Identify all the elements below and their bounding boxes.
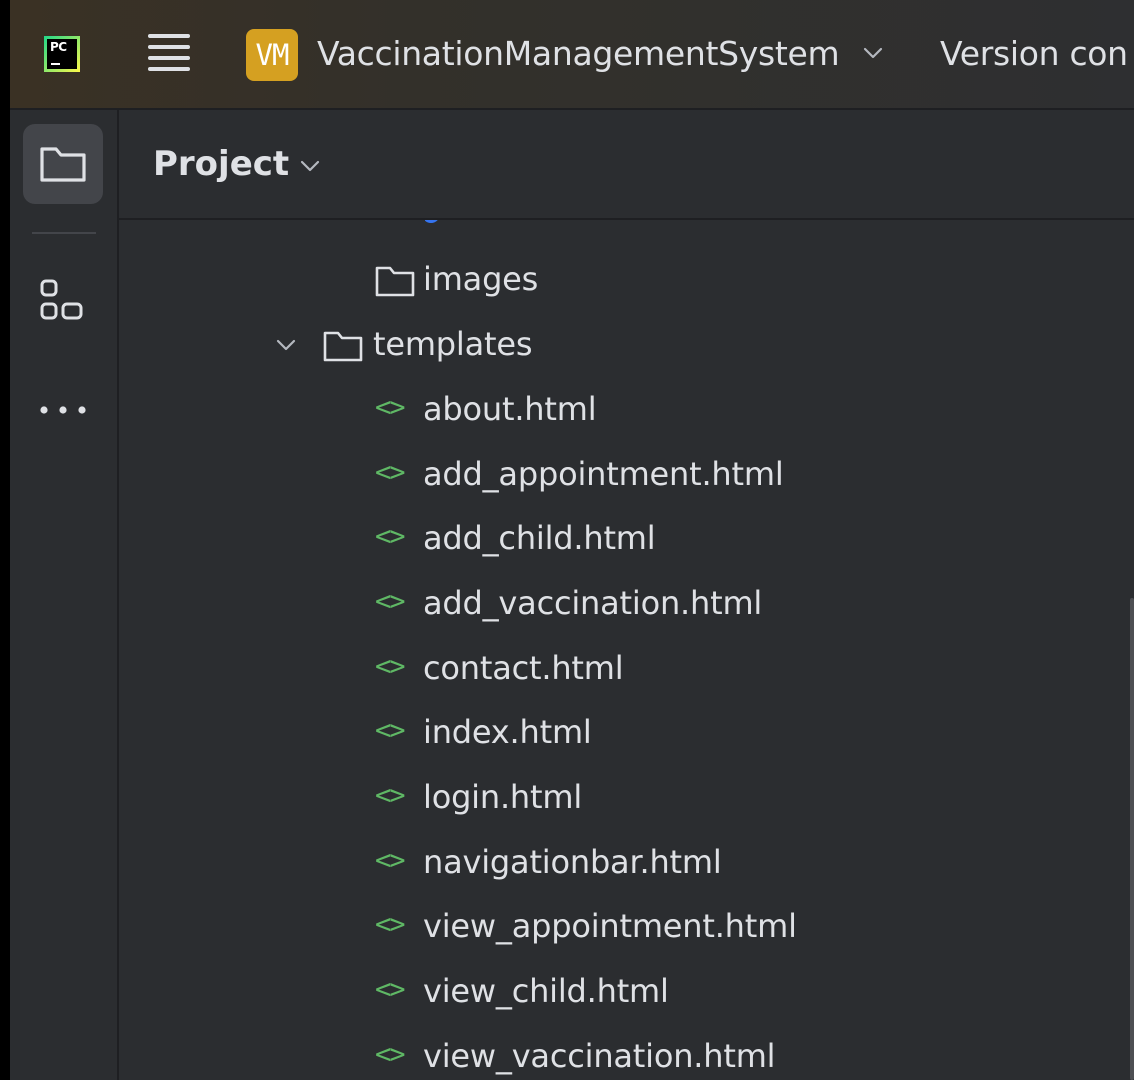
chevron-down-icon[interactable]: [299, 155, 321, 177]
tree-row-label: add_vaccination.html: [423, 584, 763, 622]
toolbar-divider: [32, 232, 96, 234]
html-file-icon: <>: [375, 780, 405, 811]
structure-tool-button[interactable]: [23, 272, 103, 352]
tree-row-label: view_appointment.html: [423, 907, 797, 945]
project-panel-header: Project: [119, 110, 1134, 220]
tree-row-label: about.html: [423, 390, 597, 428]
tree-row-label: navigationbar.html: [423, 843, 722, 881]
tree-row-file[interactable]: <> view_appointment.html: [119, 899, 1119, 955]
tree-row-file[interactable]: <> view_child.html: [119, 964, 1119, 1020]
tree-row-label: view_child.html: [423, 972, 669, 1010]
more-icon: [40, 406, 86, 414]
project-badge[interactable]: VM: [246, 29, 298, 81]
tree-row-file[interactable]: <> about.html: [119, 382, 1119, 438]
project-tool-button[interactable]: [23, 124, 103, 204]
pycharm-logo-text: PC: [50, 40, 67, 54]
chevron-down-icon[interactable]: [862, 42, 884, 64]
html-file-icon: <>: [375, 392, 405, 423]
tree-row-file[interactable]: <> add_child.html: [119, 511, 1119, 567]
html-file-icon: <>: [375, 651, 405, 682]
folder-icon: [40, 147, 86, 182]
tree-row-label: view_vaccination.html: [423, 1037, 776, 1075]
tree-row-file[interactable]: <> add_appointment.html: [119, 447, 1119, 503]
structure-icon: [40, 279, 83, 320]
project-selector[interactable]: VaccinationManagementSystem: [317, 34, 840, 73]
tree-row-file[interactable]: <> contact.html: [119, 641, 1119, 697]
tree-row-file[interactable]: <> login.html: [119, 770, 1119, 826]
pycharm-logo-icon[interactable]: PC: [44, 36, 80, 72]
html-file-icon: <>: [375, 715, 405, 746]
panel-title[interactable]: Project: [153, 144, 289, 184]
more-tool-button[interactable]: [23, 368, 103, 448]
title-bar: PC VM VaccinationManagementSystem Versio…: [10, 0, 1134, 110]
tree-row-clipped: [424, 220, 625, 224]
tree-row-file[interactable]: <> add_vaccination.html: [119, 576, 1119, 632]
tree-row-label: index.html: [423, 713, 592, 751]
tree-row-label: contact.html: [423, 649, 624, 687]
html-file-icon: <>: [375, 909, 405, 940]
project-tree[interactable]: images templates <> about.html <> add_ap…: [119, 220, 1134, 1080]
tree-row-file[interactable]: <> index.html: [119, 705, 1119, 761]
tree-row-images[interactable]: images: [119, 252, 1119, 308]
folder-icon: [323, 331, 363, 362]
folder-icon: [375, 266, 415, 297]
project-panel: Project images templates <> about.html <…: [119, 110, 1134, 1080]
tree-row-file[interactable]: <> view_vaccination.html: [119, 1029, 1119, 1080]
main-menu-icon[interactable]: [146, 31, 192, 77]
tree-row-file[interactable]: <> navigationbar.html: [119, 835, 1119, 891]
tree-row-label: login.html: [423, 778, 583, 816]
html-file-icon: <>: [375, 521, 405, 552]
ide-window: PC VM VaccinationManagementSystem Versio…: [10, 0, 1134, 1080]
html-file-icon: <>: [375, 1039, 405, 1070]
html-file-icon: <>: [375, 586, 405, 617]
tree-row-label: images: [423, 260, 539, 298]
vertical-scrollbar[interactable]: [1130, 598, 1134, 1080]
tree-row-label: add_child.html: [423, 519, 656, 557]
tree-row-label: add_appointment.html: [423, 455, 784, 493]
html-file-icon: <>: [375, 974, 405, 1005]
tree-row-label: templates: [373, 325, 533, 363]
tree-row-templates[interactable]: templates: [119, 317, 1119, 373]
html-file-icon: <>: [375, 457, 405, 488]
vcs-widget[interactable]: Version con: [940, 34, 1128, 73]
tool-window-stripe: [10, 110, 119, 1080]
html-file-icon: <>: [375, 845, 405, 876]
chevron-down-icon[interactable]: [275, 334, 297, 356]
